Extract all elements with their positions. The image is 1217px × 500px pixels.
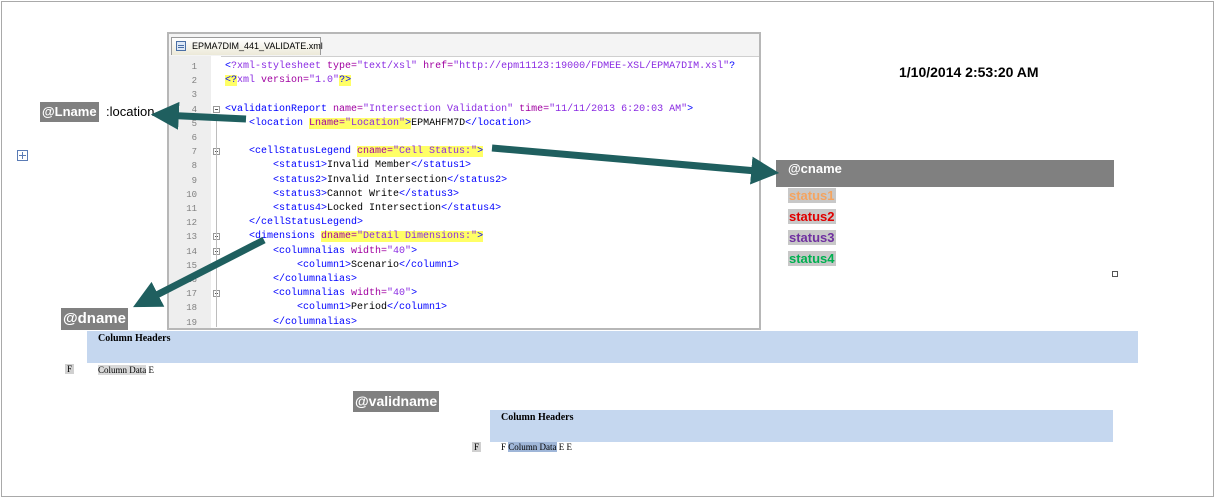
- arrow-dname-to-tag: [133, 236, 266, 308]
- arrow-cname-to-bar: [491, 144, 780, 185]
- arrow-location-to-lname: [150, 101, 247, 130]
- annotation-arrows: [133, 101, 780, 308]
